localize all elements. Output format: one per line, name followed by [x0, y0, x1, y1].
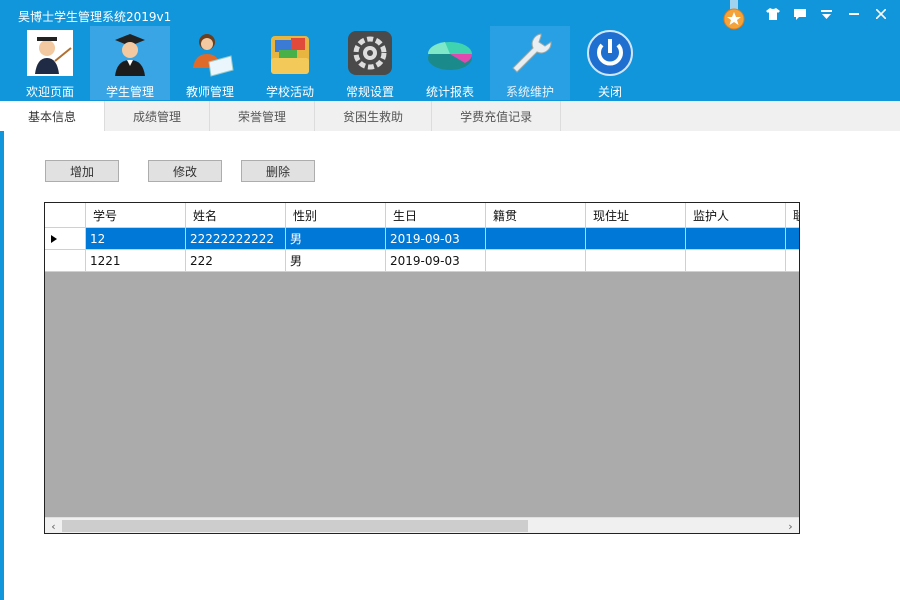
medal-icon[interactable] — [722, 0, 746, 32]
tab-poverty-aid[interactable]: 贫困生救助 — [315, 101, 433, 131]
scroll-thumb[interactable] — [62, 520, 528, 532]
app-title: 昊博士学生管理系统2019v1 — [18, 10, 172, 24]
tab-strip: 基本信息 成绩管理 荣誉管理 贫困生救助 学费充值记录 — [0, 101, 900, 131]
shirt-icon[interactable] — [759, 2, 786, 26]
gear-icon — [345, 28, 395, 78]
chart-icon — [425, 28, 475, 78]
table-row[interactable]: 12 22222222222 男 2019-09-03 — [45, 228, 799, 250]
message-icon[interactable] — [786, 2, 813, 26]
table-cell[interactable] — [486, 228, 586, 250]
table-cell[interactable]: 男 — [286, 250, 386, 272]
column-header[interactable]: 生日 — [386, 203, 486, 228]
current-row-icon — [51, 234, 57, 243]
add-button[interactable]: 增加 — [45, 160, 119, 182]
toolbar-report-button[interactable]: 统计报表 — [410, 26, 490, 100]
folder-icon — [265, 28, 315, 78]
column-header[interactable]: 联 — [786, 203, 799, 228]
toolbar-activity-button[interactable]: 学校活动 — [250, 26, 330, 100]
grid-header: 学号 姓名 性别 生日 籍贯 现住址 监护人 联 — [45, 203, 799, 228]
table-cell[interactable] — [486, 250, 586, 272]
tab-grades[interactable]: 成绩管理 — [105, 101, 211, 131]
row-selector[interactable] — [45, 250, 86, 272]
table-cell[interactable] — [686, 250, 786, 272]
row-header-corner — [45, 203, 86, 228]
dropdown-icon[interactable] — [813, 2, 840, 26]
table-cell[interactable] — [786, 250, 799, 272]
table-cell[interactable] — [786, 228, 799, 250]
table-cell[interactable]: 2019-09-03 — [386, 228, 486, 250]
tab-basic-info[interactable]: 基本信息 — [0, 101, 106, 131]
table-row[interactable]: 1221 222 男 2019-09-03 — [45, 250, 799, 272]
horizontal-scrollbar[interactable]: ‹ › — [45, 517, 799, 533]
column-header[interactable]: 姓名 — [186, 203, 286, 228]
delete-button[interactable]: 删除 — [241, 160, 315, 182]
graduate-icon — [105, 28, 155, 78]
column-header[interactable]: 性别 — [286, 203, 386, 228]
left-edge — [0, 131, 4, 600]
title-bar: 昊博士学生管理系统2019v1 欢迎页面 学生管理 教师管理 学校活动 常规设置… — [0, 0, 900, 101]
tab-honors[interactable]: 荣誉管理 — [210, 101, 316, 131]
table-cell[interactable]: 222 — [186, 250, 286, 272]
toolbar-maintenance-button[interactable]: 系统维护 — [490, 26, 570, 100]
toolbar-close-button[interactable]: 关闭 — [570, 26, 650, 100]
table-cell[interactable]: 男 — [286, 228, 386, 250]
table-cell[interactable]: 22222222222 — [186, 228, 286, 250]
minimize-icon[interactable] — [840, 2, 867, 26]
column-header[interactable]: 监护人 — [686, 203, 786, 228]
close-icon[interactable] — [867, 2, 894, 26]
row-selector[interactable] — [45, 228, 86, 250]
teacher-writing-icon — [185, 28, 235, 78]
table-cell[interactable]: 2019-09-03 — [386, 250, 486, 272]
wrench-icon — [505, 28, 555, 78]
table-cell[interactable]: 12 — [86, 228, 186, 250]
table-cell[interactable] — [586, 228, 686, 250]
scroll-left-icon[interactable]: ‹ — [45, 518, 62, 533]
column-header[interactable]: 学号 — [86, 203, 186, 228]
tab-tuition-records[interactable]: 学费充值记录 — [432, 101, 562, 131]
toolbar-student-button[interactable]: 学生管理 — [90, 26, 170, 100]
toolbar-teacher-button[interactable]: 教师管理 — [170, 26, 250, 100]
student-grid[interactable]: 学号 姓名 性别 生日 籍贯 现住址 监护人 联 12 22222222222 … — [44, 202, 800, 534]
toolbar-settings-button[interactable]: 常规设置 — [330, 26, 410, 100]
teacher-pointer-icon — [25, 28, 75, 78]
table-cell[interactable] — [686, 228, 786, 250]
column-header[interactable]: 籍贯 — [486, 203, 586, 228]
scroll-right-icon[interactable]: › — [782, 518, 799, 533]
power-icon — [585, 28, 635, 78]
column-header[interactable]: 现住址 — [586, 203, 686, 228]
main-toolbar: 欢迎页面 学生管理 教师管理 学校活动 常规设置 统计报表 系统维护 关闭 — [10, 26, 650, 100]
edit-button[interactable]: 修改 — [148, 160, 222, 182]
toolbar-welcome-button[interactable]: 欢迎页面 — [10, 26, 90, 100]
table-cell[interactable] — [586, 250, 686, 272]
table-cell[interactable]: 1221 — [86, 250, 186, 272]
